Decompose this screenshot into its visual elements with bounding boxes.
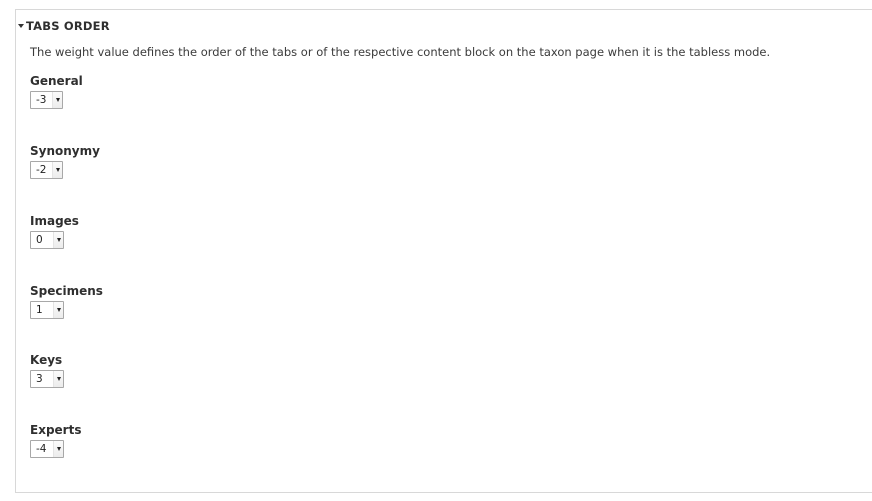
- legend-title: TABS ORDER: [26, 19, 110, 33]
- field-label-experts: Experts: [30, 423, 82, 437]
- weight-select-general[interactable]: -3: [30, 91, 63, 109]
- weight-select-keys[interactable]: 3: [30, 370, 64, 388]
- weight-select-synonymy[interactable]: -2: [30, 161, 63, 179]
- fieldset-description: The weight value defines the order of th…: [30, 45, 771, 59]
- field-synonymy: Synonymy -2: [30, 144, 100, 179]
- field-label-specimens: Specimens: [30, 284, 103, 298]
- dropdown-arrow-icon: [53, 371, 63, 387]
- tabs-order-legend-toggle[interactable]: TABS ORDER: [18, 19, 110, 33]
- select-value: -4: [36, 443, 47, 455]
- dropdown-arrow-icon: [53, 232, 63, 248]
- select-value: 0: [36, 234, 43, 246]
- field-keys: Keys 3: [30, 353, 64, 388]
- tabs-order-fieldset: [15, 9, 872, 493]
- select-value: 1: [36, 304, 43, 316]
- weight-select-experts[interactable]: -4: [30, 440, 64, 458]
- collapse-arrow-icon: [18, 24, 24, 28]
- field-label-general: General: [30, 74, 83, 88]
- select-value: 3: [36, 373, 43, 385]
- field-specimens: Specimens 1: [30, 284, 103, 319]
- weight-select-specimens[interactable]: 1: [30, 301, 64, 319]
- dropdown-arrow-icon: [53, 441, 63, 457]
- field-label-images: Images: [30, 214, 79, 228]
- select-value: -2: [36, 164, 47, 176]
- field-images: Images 0: [30, 214, 79, 249]
- dropdown-arrow-icon: [52, 92, 62, 108]
- weight-select-images[interactable]: 0: [30, 231, 64, 249]
- field-label-synonymy: Synonymy: [30, 144, 100, 158]
- field-experts: Experts -4: [30, 423, 81, 458]
- dropdown-arrow-icon: [53, 302, 63, 318]
- field-label-keys: Keys: [30, 353, 63, 367]
- select-value: -3: [36, 94, 47, 106]
- field-general: General -3: [30, 74, 83, 109]
- dropdown-arrow-icon: [52, 162, 62, 178]
